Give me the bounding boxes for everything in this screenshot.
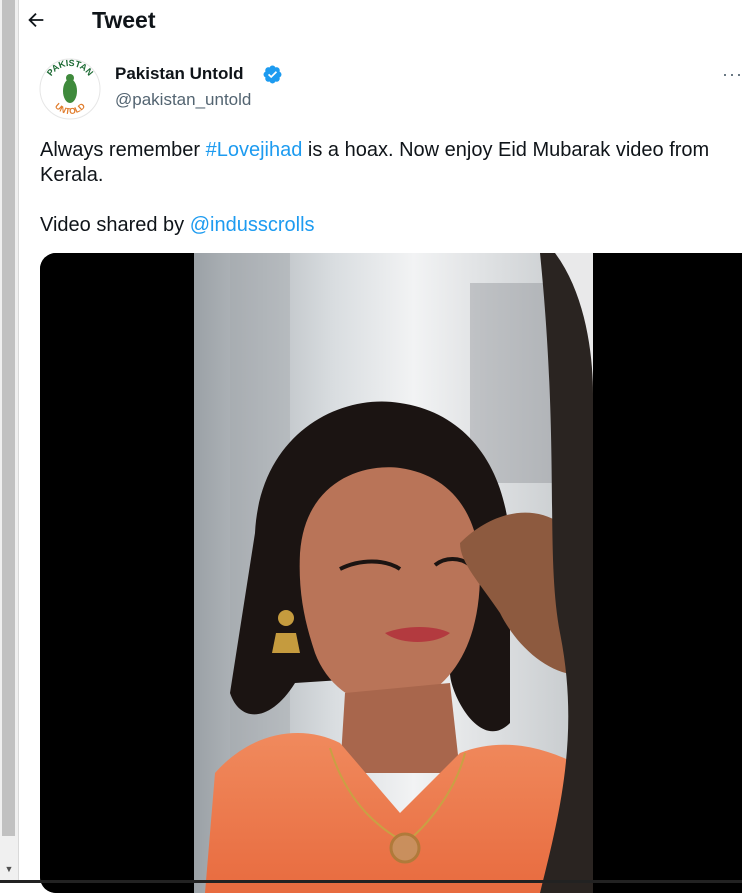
arrow-left-icon	[28, 12, 44, 28]
tweet-text-segment: Video shared by	[40, 214, 190, 236]
more-options-button[interactable]: ···	[722, 64, 742, 85]
video-frame	[40, 253, 742, 893]
page-scrollbar[interactable]: ▼	[0, 0, 19, 883]
avatar[interactable]: PAKISTAN UNTOLD	[39, 58, 101, 120]
scrollbar-thumb[interactable]	[2, 0, 15, 836]
hashtag-link[interactable]: #Lovejihad	[206, 139, 303, 161]
tweet-line-1: Always remember #Lovejihad is a hoax. No…	[40, 138, 730, 188]
tweet-text: Always remember #Lovejihad is a hoax. No…	[40, 138, 730, 238]
mention-link[interactable]: @indusscrolls	[190, 214, 315, 236]
tweet-line-2: Video shared by @indusscrolls	[40, 213, 730, 238]
back-button[interactable]	[22, 6, 50, 34]
tweet-text-segment: Always remember	[40, 139, 206, 161]
author-name[interactable]: Pakistan Untold	[115, 63, 243, 85]
author-handle[interactable]: @pakistan_untold	[115, 89, 251, 111]
scroll-down-arrow-icon[interactable]: ▼	[0, 858, 18, 880]
page-title: Tweet	[92, 7, 156, 33]
verified-badge-icon	[263, 65, 282, 84]
tweet-video[interactable]	[40, 253, 742, 893]
